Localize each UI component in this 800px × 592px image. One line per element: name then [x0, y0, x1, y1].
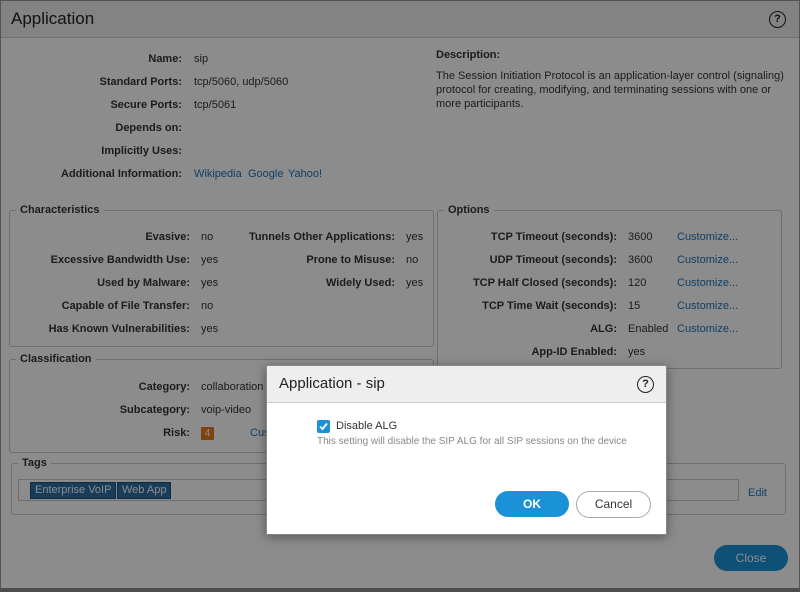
modal-help-icon[interactable]: ?: [637, 376, 654, 393]
disable-alg-help-text: This setting will disable the SIP ALG fo…: [317, 436, 627, 447]
cancel-button[interactable]: Cancel: [576, 491, 651, 518]
modal-title: Application - sip: [279, 375, 385, 392]
ok-button[interactable]: OK: [495, 491, 569, 517]
disable-alg-label[interactable]: Disable ALG: [336, 420, 397, 432]
application-sip-modal: Application - sip ? Disable ALG This set…: [266, 365, 667, 535]
modal-header: Application - sip ?: [267, 366, 666, 403]
disable-alg-checkbox[interactable]: [317, 420, 330, 433]
checkmark-icon: [319, 422, 328, 431]
